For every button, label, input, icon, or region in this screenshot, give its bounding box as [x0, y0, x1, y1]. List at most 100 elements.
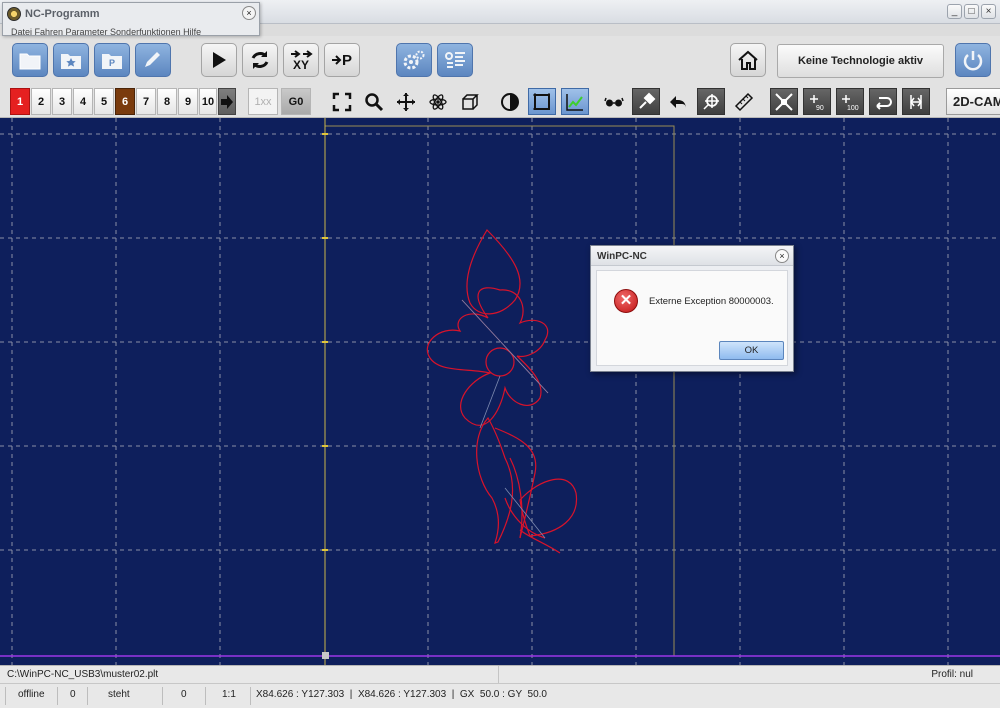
- status-divider: [5, 687, 6, 705]
- g0-button[interactable]: G0: [281, 88, 311, 115]
- ok-button[interactable]: OK: [719, 341, 784, 360]
- goto-p-label: P: [341, 51, 352, 69]
- main-toolbar: P XY P Keine Technologie aktiv: [0, 36, 1000, 84]
- file-path: C:\WinPC-NC_USB3\muster02.plt: [7, 669, 159, 680]
- tool-6-button[interactable]: 6: [115, 88, 135, 115]
- drawing-canvas[interactable]: [0, 118, 1000, 665]
- rotate-90-button[interactable]: 90: [803, 88, 831, 115]
- tool-10-button[interactable]: 10: [199, 88, 217, 115]
- status-divider: [57, 687, 58, 705]
- power-icon: [963, 51, 983, 71]
- atom-icon: [429, 93, 447, 110]
- home-icon: [738, 50, 758, 70]
- scale-transform-button[interactable]: [770, 88, 798, 115]
- minimize-button[interactable]: _: [947, 4, 962, 19]
- maximize-button[interactable]: □: [964, 4, 979, 19]
- 2d-cam-button[interactable]: 2D-CAM: [946, 88, 1000, 115]
- dialog-close-button[interactable]: ×: [775, 249, 789, 263]
- menu-bar[interactable]: Datei Fahren Parameter Sonderfunktionen …: [11, 27, 201, 37]
- probe-button[interactable]: [632, 88, 660, 115]
- repeat-button[interactable]: [242, 43, 278, 77]
- pencil-icon: [145, 52, 160, 67]
- status-divider: [162, 687, 163, 705]
- tool-7-button[interactable]: 7: [136, 88, 156, 115]
- tool-3-button[interactable]: 3: [52, 88, 72, 115]
- tool-next-button[interactable]: [218, 88, 236, 115]
- gears-icon: [403, 50, 425, 70]
- technology-button[interactable]: Keine Technologie aktiv: [777, 44, 944, 78]
- settings-list-icon: [445, 52, 465, 68]
- close-button[interactable]: ×: [981, 4, 996, 19]
- 3d-view-button[interactable]: [456, 88, 484, 115]
- parameters-button[interactable]: [437, 43, 473, 77]
- zoom-button[interactable]: [360, 88, 388, 115]
- connection-status: offline: [18, 689, 45, 700]
- plot-area[interactable]: [0, 118, 1000, 665]
- undo-button[interactable]: [869, 88, 897, 115]
- folder-p-icon: P: [102, 54, 122, 69]
- start-button[interactable]: [201, 43, 237, 77]
- dialog-body: ✕ Externe Exception 80000003. OK: [596, 270, 788, 366]
- home-button[interactable]: [730, 43, 766, 77]
- pan-button[interactable]: [392, 88, 420, 115]
- tool-2-button[interactable]: 2: [31, 88, 51, 115]
- dialog-message: Externe Exception 80000003.: [649, 296, 774, 307]
- tool-4-button[interactable]: 4: [73, 88, 93, 115]
- tool-8-button[interactable]: 8: [157, 88, 177, 115]
- cube-icon: [462, 93, 479, 110]
- error-icon: ✕: [614, 289, 638, 313]
- folder-p-button[interactable]: P: [94, 43, 130, 77]
- toolpath-lines: [461, 299, 549, 539]
- grid: [0, 118, 1000, 665]
- fullscreen-icon: [332, 92, 352, 111]
- origin-marker: [322, 652, 329, 659]
- reference-button[interactable]: [697, 88, 725, 115]
- scale-button[interactable]: 1xx: [248, 88, 278, 115]
- folder-star-icon: [61, 54, 81, 69]
- glasses-button[interactable]: [600, 88, 628, 115]
- dialog-title: WinPC-NC: [597, 251, 647, 262]
- move-icon: [397, 92, 415, 111]
- goto-xy-button[interactable]: XY: [283, 43, 319, 77]
- status-divider: [250, 687, 251, 705]
- favorites-button[interactable]: [53, 43, 89, 77]
- expand-icon: [775, 92, 793, 111]
- power-button[interactable]: [955, 43, 991, 77]
- refresh-icon: [251, 51, 269, 69]
- tool-9-button[interactable]: 9: [178, 88, 198, 115]
- scale-ratio: 1:1: [222, 689, 236, 700]
- fit-view-button[interactable]: [328, 88, 356, 115]
- open-file-button[interactable]: [12, 43, 48, 77]
- tool-1-button[interactable]: 1: [10, 88, 30, 115]
- status-count-2: 0: [181, 689, 187, 700]
- measure-button[interactable]: [730, 88, 758, 115]
- atom-view-button[interactable]: [424, 88, 452, 115]
- machine-state: steht: [108, 689, 130, 700]
- edit-button[interactable]: [135, 43, 171, 77]
- tool-5-button[interactable]: 5: [94, 88, 114, 115]
- crosshair-icon: [703, 93, 719, 110]
- folder-icon: [19, 53, 41, 70]
- flower-drawing: [426, 229, 578, 554]
- contrast-button[interactable]: [496, 88, 524, 115]
- mirror-button[interactable]: [902, 88, 930, 115]
- probe-icon: [639, 92, 656, 109]
- undo-icon: [876, 96, 892, 110]
- contrast-icon: [501, 92, 519, 111]
- error-dialog: WinPC-NC × ✕ Externe Exception 80000003.…: [590, 245, 794, 372]
- popup-app-icon: [7, 7, 21, 21]
- file-path-bar: C:\WinPC-NC_USB3\muster02.plt Profil: nu…: [0, 665, 1000, 684]
- popup-close-button[interactable]: ×: [242, 6, 256, 20]
- arrow-right-icon: [221, 94, 233, 109]
- settings-button[interactable]: [396, 43, 432, 77]
- goto-xy-label: XY: [292, 58, 309, 72]
- scale-100-button[interactable]: 100: [836, 88, 864, 115]
- chart-line-icon: [566, 93, 583, 111]
- work-area-button[interactable]: [528, 88, 556, 115]
- goto-p-button[interactable]: P: [324, 43, 360, 77]
- scale-100-icon: 100: [842, 94, 859, 112]
- arrow-back-icon: [670, 95, 686, 109]
- trace-button[interactable]: [561, 88, 589, 115]
- coordinates-readout: X84.626 : Y127.303 | X84.626 : Y127.303 …: [256, 689, 547, 700]
- back-button[interactable]: [664, 88, 692, 115]
